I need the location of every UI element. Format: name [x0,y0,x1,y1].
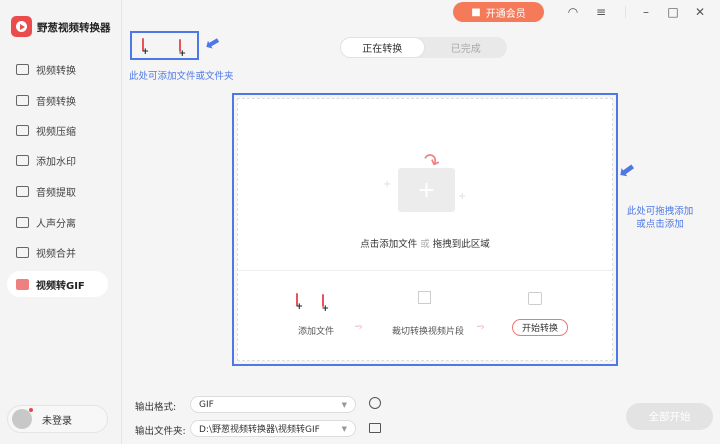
divider [625,6,626,18]
start-convert-button[interactable]: 开始转换 [512,319,568,336]
sidebar-item-label: 视频合并 [36,248,76,260]
app-title: 野葱视频转换器 [37,22,111,34]
drag-hint-line2: 或点击添加 [636,219,684,230]
gif-icon [16,278,29,290]
folder-add-icon [398,168,455,212]
gif-file-icon [528,292,542,305]
divider [238,270,612,271]
sidebar-item-vocal-separate[interactable]: 人声分离 [7,209,108,235]
sidebar-item-label: 视频转换 [36,65,76,77]
step-arrow-icon: ···› [354,320,363,333]
sidebar-item-label: 视频压缩 [36,126,76,138]
tab-bar: 正在转换 已完成 [340,37,507,58]
drag-hint-line1: 此处可拖拽添加 [626,206,694,217]
audio-extract-icon [16,185,29,197]
add-buttons-highlight [130,31,199,60]
add-hint: 此处可添加文件或文件夹 [129,71,234,82]
vip-button[interactable]: ■ 开通会员 [453,2,544,22]
sidebar-item-video-to-gif[interactable]: 视频转GIF [7,271,108,297]
sidebar-item-label: 音频转换 [36,96,76,108]
step-add: 添加文件 [298,327,335,337]
step-arrow-icon: ···› [476,320,485,333]
video-merge-icon [16,246,29,258]
sidebar-item-audio-convert[interactable]: 音频转换 [7,87,108,113]
tab-completed[interactable]: 已完成 [425,37,508,58]
crop-icon [418,291,431,304]
add-file-icon[interactable] [142,38,144,51]
audio-convert-icon [16,94,29,106]
folder-value: D:\野葱视频转换器\视频转GIF [199,425,320,435]
add-folder-icon [322,294,324,307]
sidebar: 野葱视频转换器 视频转换 音频转换 视频压缩 添加水印 音频提取 人声分离 视频… [0,0,122,444]
arrow-icon: ⬅ [200,30,225,57]
drag-hint: 此处可拖拽添加 或点击添加 [624,205,696,231]
drop-zone[interactable]: ↷ + + 点击添加文件 或 拖拽到此区域 添加文件 ···› 裁切转换视频片段… [232,93,618,366]
folder-select[interactable]: D:\野葱视频转换器\视频转GIF ▼ [190,420,356,437]
sidebar-item-video-merge[interactable]: 视频合并 [7,239,108,265]
login-button[interactable]: 未登录 [7,405,108,433]
sidebar-item-video-convert[interactable]: 视频转换 [7,56,108,82]
vocal-separate-icon [16,216,29,228]
app-logo-icon [11,16,32,37]
drop-text: 点击添加文件 或 拖拽到此区域 [238,236,612,250]
sidebar-item-label: 音频提取 [36,187,76,199]
video-compress-icon [16,124,29,136]
sidebar-item-label: 视频转GIF [36,280,85,292]
avatar [12,408,33,429]
tab-converting[interactable]: 正在转换 [340,37,425,58]
folder-label: 输出文件夹: [135,426,186,437]
maximize-icon[interactable]: □ [665,4,681,20]
chevron-down-icon: ▼ [341,400,347,409]
watermark-icon [16,154,29,166]
drop-text-a: 点击添加文件 [360,239,418,250]
gift-icon: ■ [471,6,481,18]
video-convert-icon [16,63,29,75]
close-icon[interactable]: ✕ [692,4,708,20]
format-value: GIF [199,399,214,410]
start-all-button[interactable]: 全部开始 [626,403,713,430]
chevron-down-icon: ▼ [341,424,347,433]
sidebar-item-video-compress[interactable]: 视频压缩 [7,117,108,143]
step-cut: 裁切转换视频片段 [392,327,465,337]
menu-icon[interactable]: ≡ [593,4,609,20]
sidebar-item-audio-extract[interactable]: 音频提取 [7,178,108,204]
sidebar-item-label: 人声分离 [36,218,76,230]
add-file-icon [296,293,298,306]
sparkle-icon: + [383,179,392,190]
sidebar-item-label: 添加水印 [36,156,76,168]
format-label: 输出格式: [135,402,177,413]
user-status: 未登录 [42,415,72,427]
sparkle-icon: + [458,191,467,202]
vip-label: 开通会员 [485,8,526,20]
settings-icon[interactable] [369,397,381,409]
headset-icon[interactable]: ◠ [565,4,581,20]
format-select[interactable]: GIF ▼ [190,396,356,413]
open-folder-icon[interactable] [369,423,381,433]
sidebar-item-watermark[interactable]: 添加水印 [7,147,108,173]
add-folder-icon[interactable] [179,39,181,52]
minimize-icon[interactable]: – [638,4,654,20]
drop-text-or: 或 [420,239,430,250]
drop-text-b: 拖拽到此区域 [432,239,490,250]
